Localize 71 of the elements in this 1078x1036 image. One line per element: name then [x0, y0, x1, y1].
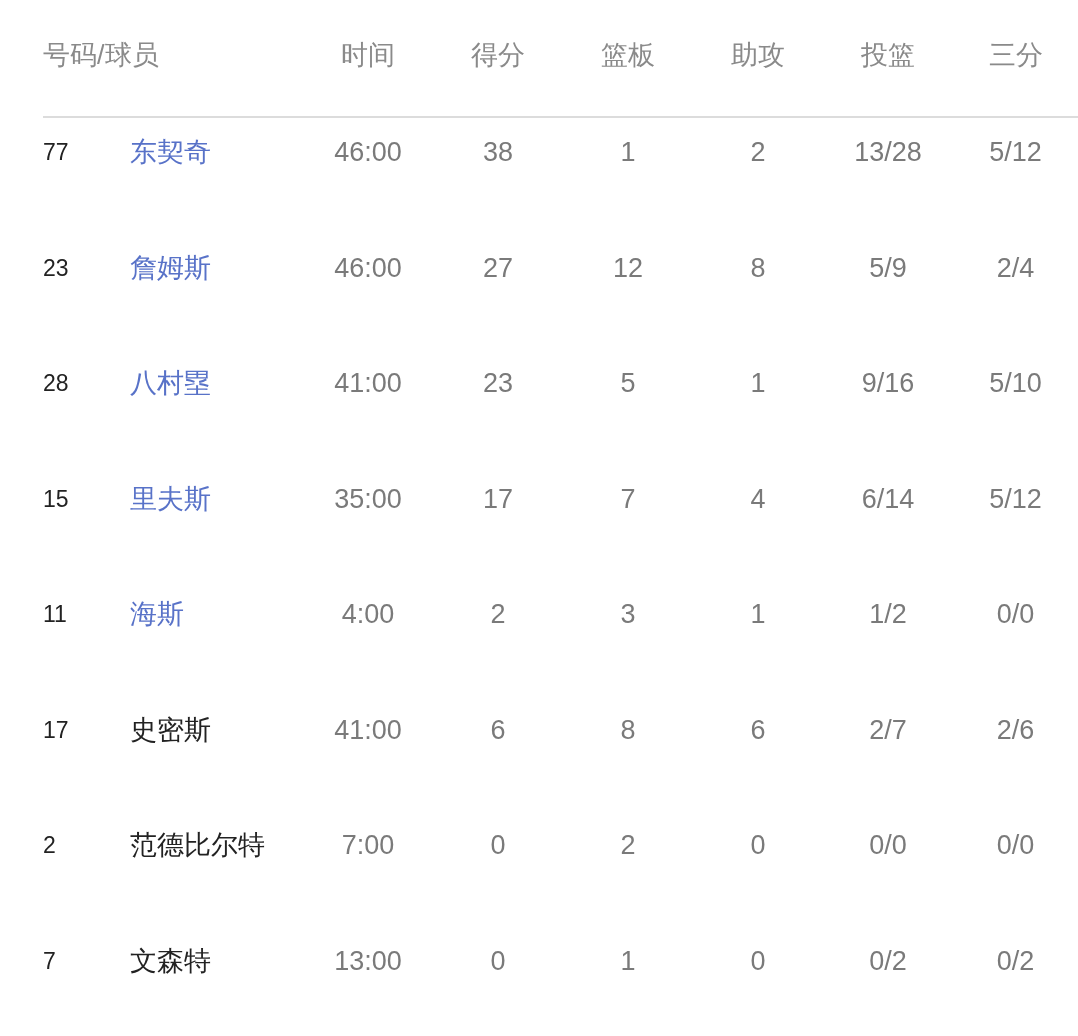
jersey-number: 28 — [43, 370, 69, 396]
jersey-number: 7 — [43, 947, 56, 974]
stat-value: 6 — [750, 714, 766, 745]
stat-value: 0 — [750, 945, 766, 976]
stat-value: 12 — [612, 252, 643, 283]
stat-value: 0/0 — [869, 830, 907, 860]
stat-value: 2/7 — [869, 714, 907, 745]
jersey-number: 11 — [43, 601, 67, 627]
player-link[interactable]: 八村塁 — [130, 368, 211, 398]
column-header: 时间 — [341, 40, 395, 70]
stat-value: 5/12 — [989, 137, 1042, 167]
stat-value: 0 — [750, 830, 766, 860]
stat-value: 17 — [482, 483, 513, 514]
stat-value: 4:00 — [341, 599, 395, 629]
stat-value: 41:00 — [334, 368, 402, 398]
stat-value: 13:00 — [334, 945, 402, 976]
stat-value: 0/0 — [996, 599, 1035, 629]
stat-value: 35:00 — [334, 483, 402, 514]
stat-value: 0/0 — [996, 830, 1035, 860]
stat-value: 9/16 — [861, 368, 915, 398]
stat-value: 3 — [620, 599, 636, 629]
stat-value: 1 — [750, 599, 766, 629]
stat-value: 5/9 — [869, 252, 907, 283]
stat-value: 0 — [490, 830, 506, 860]
stat-value: 38 — [482, 137, 513, 167]
jersey-number: 17 — [43, 716, 69, 743]
player-link[interactable]: 詹姆斯 — [130, 252, 211, 283]
column-header: 篮板 — [601, 40, 655, 70]
jersey-number: 23 — [43, 254, 69, 281]
stat-value: 2 — [490, 599, 506, 629]
player-link[interactable]: 东契奇 — [130, 137, 211, 167]
player-link[interactable]: 海斯 — [130, 599, 184, 629]
stat-value: 0/2 — [996, 945, 1035, 976]
stat-value: 23 — [482, 368, 513, 398]
stat-value: 5 — [620, 368, 636, 398]
stat-value: 5/10 — [989, 368, 1042, 398]
stat-value: 2/6 — [996, 714, 1035, 745]
stat-value: 4 — [750, 483, 766, 514]
stat-value: 0 — [490, 945, 506, 976]
stat-value: 46:00 — [334, 252, 402, 283]
player-name: 史密斯 — [130, 714, 211, 745]
stat-value: 46:00 — [334, 137, 402, 167]
stat-value: 27 — [482, 252, 513, 283]
stat-value: 0/2 — [869, 945, 907, 976]
stat-value: 7 — [620, 483, 636, 514]
column-header: 号码/球员 — [43, 40, 159, 70]
stat-value: 8 — [620, 714, 636, 745]
stat-value: 2/4 — [996, 252, 1035, 283]
stat-value: 6/14 — [861, 483, 915, 514]
stat-value: 5/12 — [989, 483, 1042, 514]
stat-value: 1 — [620, 945, 636, 976]
stat-value: 2 — [750, 137, 766, 167]
column-header: 三分 — [988, 40, 1043, 70]
player-name: 文森特 — [130, 945, 211, 976]
player-name: 范德比尔特 — [130, 830, 265, 860]
stat-value: 1 — [620, 137, 636, 167]
jersey-number: 2 — [43, 832, 56, 858]
stat-value: 41:00 — [334, 714, 402, 745]
jersey-number: 15 — [43, 485, 69, 512]
stat-value: 13/28 — [854, 137, 922, 167]
stat-value: 2 — [620, 830, 636, 860]
column-header: 得分 — [471, 40, 525, 70]
column-header: 助攻 — [731, 40, 785, 70]
jersey-number: 77 — [43, 139, 69, 165]
stat-value: 1 — [750, 368, 766, 398]
stat-value: 8 — [750, 252, 766, 283]
column-header: 投篮 — [861, 40, 915, 70]
stat-value: 6 — [490, 714, 506, 745]
stat-value: 1/2 — [869, 599, 907, 629]
stat-value: 7:00 — [341, 830, 395, 860]
player-link[interactable]: 里夫斯 — [130, 483, 211, 514]
